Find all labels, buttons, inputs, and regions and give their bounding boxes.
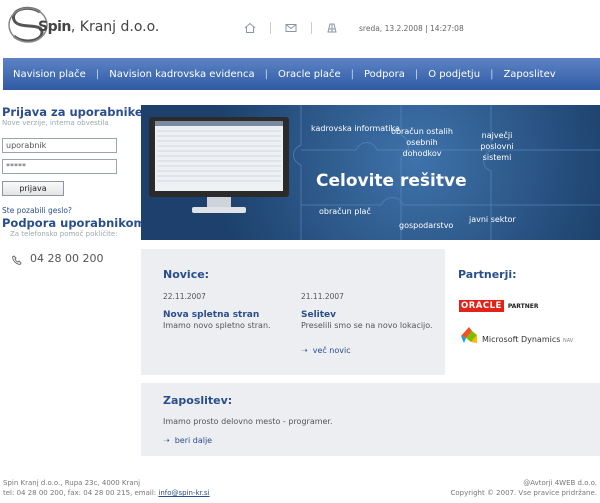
sitemap-icon[interactable] <box>326 22 338 34</box>
monitor-screenshot <box>149 117 289 213</box>
footer-contact: tel: 04 28 00 200, fax: 04 28 00 215, em… <box>3 489 210 497</box>
jobs-title: Zaposlitev: <box>163 394 233 407</box>
password-input[interactable] <box>2 159 117 174</box>
microsoft-flag-icon <box>461 327 477 343</box>
jobs-text: Imamo prosto delovno mesto - programer. <box>163 417 333 426</box>
jobs-panel: Zaposlitev: Imamo prosto delovno mesto -… <box>141 383 600 456</box>
news-title: Novice: <box>163 268 210 281</box>
support-phone: 04 28 00 200 <box>30 252 104 265</box>
banner-obracun-plac: obračun plač <box>319 207 371 216</box>
news-headline[interactable]: Nova spletna stran <box>163 310 259 320</box>
news-date: 21.11.2007 <box>301 292 344 301</box>
home-icon[interactable] <box>244 22 256 34</box>
banner-kadrovska: kadrovska informatika <box>311 124 400 133</box>
support-title: Podpora uporabnikom: <box>2 216 151 230</box>
hero-banner: kadrovska informatika obračun ostalih os… <box>141 105 600 240</box>
footer-copyright: Copyright © 2007. Vse pravice pridržane. <box>450 489 597 497</box>
phone-icon <box>12 255 22 265</box>
nav-o-podjetju[interactable]: O podjetju <box>428 69 480 80</box>
partners-title: Partnerji: <box>458 268 517 281</box>
main-nav: Navision plače | Navision kadrovska evid… <box>3 58 600 90</box>
login-button[interactable]: prijava <box>2 181 64 196</box>
divider <box>270 22 271 34</box>
footer-email-link[interactable]: info@spin-kr.si <box>158 489 209 497</box>
top-icons <box>244 22 338 34</box>
news-date: 22.11.2007 <box>163 292 206 301</box>
read-more-link[interactable]: ➝ beri dalje <box>163 436 212 445</box>
banner-javni-sektor: javni sektor <box>469 215 516 224</box>
microsoft-dynamics-logo[interactable]: Microsoft Dynamics NAV <box>460 326 580 348</box>
news-text: Preselili smo se na novo lokacijo. <box>301 321 433 330</box>
username-input[interactable] <box>2 138 117 153</box>
arrow-right-icon: ➝ <box>301 346 308 355</box>
nav-navision-place[interactable]: Navision plače <box>13 69 86 80</box>
mail-icon[interactable] <box>285 22 297 34</box>
login-subtitle: Nove verzije, interna obvestila <box>2 119 109 127</box>
banner-gospodarstvo: gospodarstvo <box>399 221 454 230</box>
arrow-right-icon: ➝ <box>163 436 170 445</box>
forgot-password-link[interactable]: Ste pozabili geslo? <box>2 206 72 215</box>
more-news-link[interactable]: ➝ več novic <box>301 346 351 355</box>
news-headline[interactable]: Selitev <box>301 310 336 320</box>
nav-zaposlitev[interactable]: Zaposlitev <box>503 69 555 80</box>
logo-company: , Kranj d.o.o. <box>70 19 160 35</box>
banner-najvecji: največji poslovni sistemi <box>480 131 514 162</box>
banner-headline: Celovite rešitve <box>316 171 467 191</box>
news-text: Imamo novo spletno stran. <box>163 321 271 330</box>
footer-address: Spin Kranj d.o.o., Rupa 23c, 4000 Kranj <box>3 479 141 487</box>
date-time: sreda, 13.2.2008 | 14:27:08 <box>359 24 464 33</box>
oracle-partner-logo[interactable]: ORACLE PARTNER <box>459 300 539 312</box>
footer-authors[interactable]: @Avtorji 4WEB d.o.o. <box>523 479 597 487</box>
logo[interactable]: Spin, Kranj d.o.o. <box>8 6 160 46</box>
banner-obracun-ostalih: obračun ostalih osebnih dohodkov <box>391 127 453 158</box>
logo-brand: Spin <box>38 19 71 35</box>
support-subtitle: Za telefonsko pomoč pokličite: <box>10 230 118 238</box>
nav-navision-kadrovska[interactable]: Navision kadrovska evidenca <box>109 69 254 80</box>
nav-oracle-place[interactable]: Oracle plače <box>278 69 341 80</box>
divider <box>311 22 312 34</box>
news-panel: Novice: 22.11.2007 Nova spletna stran Im… <box>141 249 445 375</box>
nav-podpora[interactable]: Podpora <box>364 69 405 80</box>
login-title: Prijava za uporabnike: <box>2 105 148 119</box>
